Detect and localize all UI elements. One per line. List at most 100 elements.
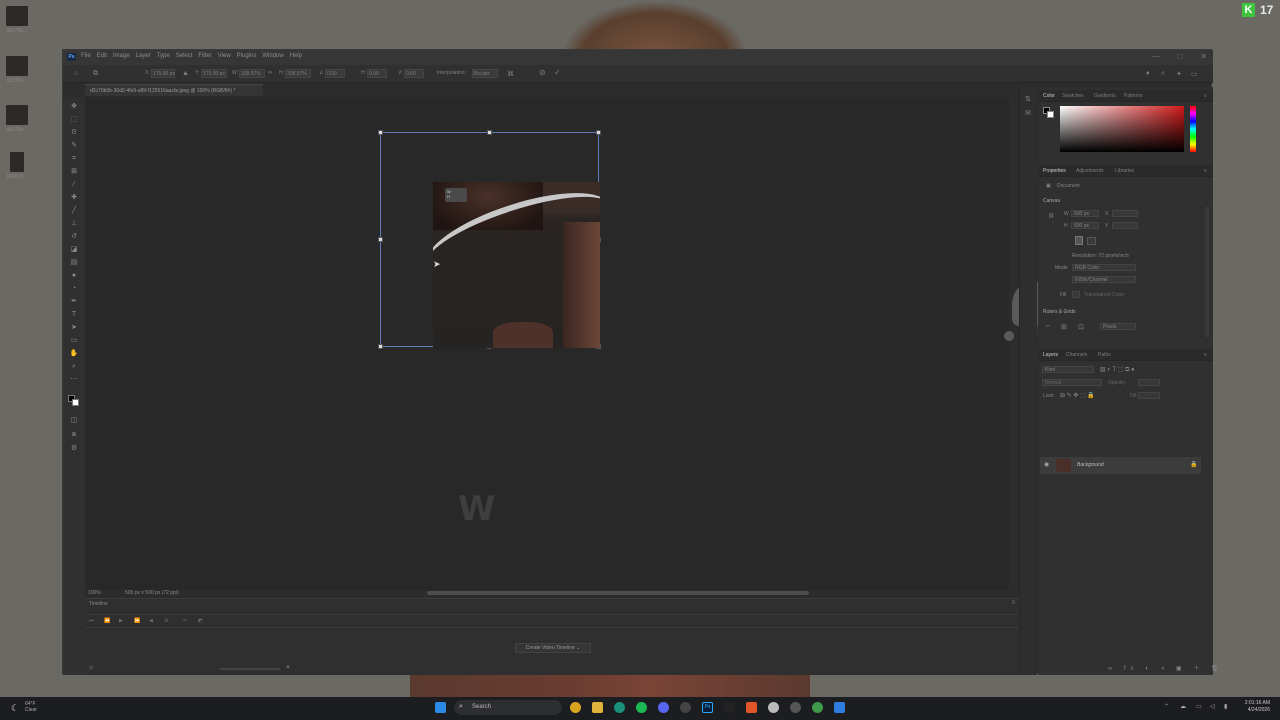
blur-tool-icon[interactable]: ● <box>69 272 79 280</box>
home-icon[interactable]: ⌂ <box>74 70 78 77</box>
panel-menu-icon[interactable]: ≡ <box>1204 93 1207 99</box>
dodge-tool-icon[interactable]: ◔ <box>69 285 79 293</box>
bit-depth-select[interactable]: 8 Bits/Channel <box>1072 276 1136 283</box>
color-picker-field[interactable] <box>1060 106 1184 152</box>
chrome-icon[interactable] <box>570 702 581 713</box>
tab-properties[interactable]: Properties <box>1043 168 1066 174</box>
prev-frame-icon[interactable]: ⏪ <box>104 618 110 624</box>
units-select[interactable]: Pixels <box>1100 323 1136 330</box>
menu-view[interactable]: View <box>218 53 231 59</box>
screen-mode-icon[interactable]: ⧈ <box>69 431 79 439</box>
tray-app-icon[interactable]: ☁ <box>1180 703 1186 710</box>
link-icon[interactable]: ∞ <box>268 70 272 76</box>
hand-tool-icon[interactable]: ✋ <box>69 350 79 358</box>
transform-bounding-box[interactable]: W H <box>378 130 601 349</box>
app2-icon[interactable] <box>812 702 823 713</box>
desktop-file-icon[interactable]: d2c70b... <box>4 105 30 133</box>
close-button[interactable]: ✕ <box>1200 52 1207 61</box>
menu-image[interactable]: Image <box>113 53 130 59</box>
tab-adjustments[interactable]: Adjustments <box>1076 168 1104 174</box>
volume-icon[interactable]: ◁ <box>1210 703 1215 710</box>
angle-field[interactable]: 0.00 <box>325 69 345 78</box>
github-icon[interactable] <box>790 702 801 713</box>
horizontal-scrollbar[interactable] <box>427 591 809 595</box>
filter-icons[interactable]: ▨ ◐ T ⬚ ⧉ ● <box>1100 366 1135 374</box>
tab-channels[interactable]: Channels <box>1066 352 1087 358</box>
opacity-field[interactable] <box>1138 379 1160 386</box>
zoom-level[interactable]: 100% <box>88 590 101 596</box>
first-frame-icon[interactable]: ⏮ <box>89 618 94 624</box>
canvas-w-field[interactable]: 500 px <box>1071 210 1099 217</box>
quick-mask-icon[interactable]: ◫ <box>69 417 79 425</box>
desktop-file-icon[interactable]: d2c70b... <box>4 6 30 34</box>
menu-window[interactable]: Window <box>262 53 283 59</box>
terminal-icon[interactable] <box>724 702 735 713</box>
canvas-y-field[interactable] <box>1112 222 1138 229</box>
properties-scrollbar[interactable] <box>1205 207 1209 337</box>
battery-icon[interactable]: ▮ <box>1224 703 1227 710</box>
canvas-h-field[interactable]: 500 px <box>1071 222 1099 229</box>
desktop-file-icon[interactable]: d2c70b... <box>4 56 30 84</box>
discover-icon[interactable]: ✦ <box>1176 70 1182 78</box>
weather-widget[interactable]: 64°F Clear <box>25 701 37 713</box>
tab-paths[interactable]: Paths <box>1098 352 1111 358</box>
layer-actions-icons[interactable]: ∞ fx ◐ ◑ ▣ ＋ 🗑 <box>1108 663 1223 672</box>
edit-toolbar-icon[interactable]: ⚙ <box>69 445 79 453</box>
reference-point-icon[interactable]: ▲ <box>182 70 189 77</box>
history-panel-icon[interactable]: ⇅ <box>1025 95 1031 103</box>
crop-tool-icon[interactable]: ⌗ <box>69 155 79 163</box>
split-icon[interactable]: ✂ <box>183 618 187 624</box>
layer-row-background[interactable]: ◉ Background 🔒 <box>1040 457 1201 474</box>
grid-icon[interactable]: ⊞ <box>1061 323 1067 331</box>
ruler-icon[interactable]: ⌐ <box>1046 323 1050 330</box>
obs-icon[interactable] <box>680 702 691 713</box>
minimize-button[interactable]: — <box>1151 52 1159 61</box>
tab-gradients[interactable]: Gradients <box>1094 93 1116 99</box>
panel-menu-icon[interactable]: ≡ <box>1204 352 1207 358</box>
tray-chevron-icon[interactable]: ⌃ <box>1164 703 1169 710</box>
app-icon[interactable] <box>768 702 779 713</box>
bell-icon[interactable]: ♦ <box>1146 70 1150 77</box>
menu-plugins[interactable]: Plugins <box>237 53 257 59</box>
transform-tool-icon[interactable]: ⧉ <box>93 70 98 78</box>
paint-icon[interactable] <box>834 702 845 713</box>
visibility-eye-icon[interactable]: ◉ <box>1044 461 1049 468</box>
eraser-tool-icon[interactable]: ◪ <box>69 246 79 254</box>
canvas-area[interactable]: W H ➤ W <box>85 97 1062 590</box>
blend-mode-select[interactable]: Normal <box>1042 379 1102 386</box>
frame-tool-icon[interactable]: ⊠ <box>69 168 79 176</box>
tab-layers[interactable]: Layers <box>1043 352 1058 358</box>
tab-swatches[interactable]: Swatches <box>1062 93 1084 99</box>
menu-layer[interactable]: Layer <box>136 53 151 59</box>
brush-tool-icon[interactable]: ╱ <box>69 207 79 215</box>
fill-color-swatch[interactable] <box>1072 291 1080 298</box>
transform-handle-tr[interactable] <box>596 130 601 135</box>
transform-handle-l[interactable] <box>378 237 383 242</box>
marquee-tool-icon[interactable]: ⬚ <box>69 116 79 124</box>
zoom-in-icon[interactable]: ▲ <box>285 664 291 670</box>
network-icon[interactable]: ▭ <box>1196 703 1202 710</box>
menu-file[interactable]: File <box>81 53 91 59</box>
y-field[interactable]: 175.00 px <box>201 69 227 78</box>
menu-help[interactable]: Help <box>290 53 302 59</box>
audio-icon[interactable]: ◀ <box>149 618 153 624</box>
search-icon[interactable]: ⌕ <box>1161 70 1165 78</box>
shape-tool-icon[interactable]: ▭ <box>69 337 79 345</box>
panel-menu-icon[interactable]: ≡ <box>1011 600 1015 606</box>
tab-color[interactable]: Color <box>1043 93 1055 99</box>
workspace-icon[interactable]: ▭ <box>1191 70 1198 78</box>
tab-libraries[interactable]: Libraries <box>1115 168 1134 174</box>
next-frame-icon[interactable]: ⏩ <box>134 618 140 624</box>
transform-handle-tl[interactable] <box>378 130 383 135</box>
taskbar-clock[interactable]: 2:01:16 AM 4/24/2026 <box>1245 700 1270 714</box>
taskbar-search[interactable]: ⌕ Search <box>454 700 562 715</box>
spotify-icon[interactable] <box>636 702 647 713</box>
stamp-tool-icon[interactable]: ⊥ <box>69 220 79 228</box>
convert-frame-icon[interactable]: ⊞ <box>89 665 93 671</box>
comments-panel-icon[interactable]: ✉ <box>1025 109 1031 117</box>
gradient-tool-icon[interactable]: ▤ <box>69 259 79 267</box>
file-explorer-icon[interactable] <box>592 702 603 713</box>
discord-icon[interactable] <box>658 702 669 713</box>
background-color-swatch[interactable] <box>72 399 79 406</box>
maximize-button[interactable]: □ <box>1177 52 1182 61</box>
